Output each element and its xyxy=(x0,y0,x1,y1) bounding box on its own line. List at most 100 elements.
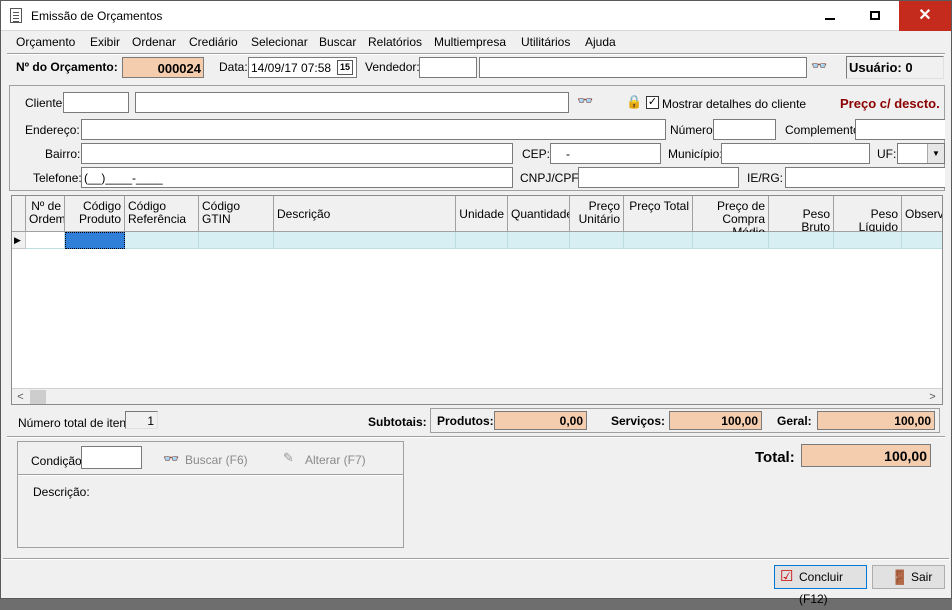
menu-selecionar[interactable]: Selecionar xyxy=(251,35,308,49)
usuario-box: Usuário: 0 xyxy=(846,56,944,79)
minimize-button[interactable] xyxy=(807,1,853,31)
cliente-code-field[interactable] xyxy=(63,92,129,113)
grid-horizontal-scrollbar[interactable]: < > xyxy=(12,388,942,404)
endereco-field[interactable] xyxy=(81,119,666,140)
col-header-descricao[interactable]: Descrição xyxy=(274,196,456,232)
bairro-field[interactable] xyxy=(81,143,513,164)
scroll-right-arrow-icon[interactable]: > xyxy=(924,389,941,404)
cell-descricao[interactable] xyxy=(274,232,456,249)
maximize-button[interactable] xyxy=(853,1,899,31)
lower-divider xyxy=(7,436,945,438)
vendedor-name-field[interactable] xyxy=(479,57,807,78)
scroll-left-arrow-icon[interactable]: < xyxy=(12,389,29,404)
maximize-icon xyxy=(870,11,880,20)
col-header-ordem[interactable]: Nº de Ordem xyxy=(26,196,65,232)
cliente-label: Cliente: xyxy=(25,96,66,110)
preco-descto-label: Preço c/ descto. xyxy=(840,96,940,111)
menu-crediario[interactable]: Crediário xyxy=(189,35,238,49)
minimize-icon xyxy=(825,18,835,20)
concluir-button[interactable]: ☑ Concluir (F12) xyxy=(774,565,867,606)
col-header-codigo-referencia[interactable]: Código Referência xyxy=(125,196,199,232)
menu-ajuda[interactable]: Ajuda xyxy=(585,35,616,49)
alterar-icon: ✎ xyxy=(283,450,294,465)
document-icon xyxy=(10,8,22,23)
menu-relatorios[interactable]: Relatórios xyxy=(368,35,422,49)
col-header-preco-total[interactable]: Preço Total xyxy=(624,196,693,232)
lock-icon: 🔒 xyxy=(626,94,643,109)
col-header-unidade[interactable]: Unidade xyxy=(456,196,508,232)
menu-utilitarios[interactable]: Utilitários xyxy=(521,35,570,49)
calendar-icon[interactable]: 15 xyxy=(337,60,353,75)
cell-preco-compra-medio[interactable] xyxy=(693,232,769,249)
cliente-name-field[interactable] xyxy=(135,92,569,113)
cell-codigo-produto[interactable] xyxy=(65,232,125,249)
col-header-quantidade[interactable]: Quantidade xyxy=(508,196,570,232)
menu-orcamento[interactable]: Orçamento xyxy=(16,35,75,49)
sair-label: Sair xyxy=(911,570,933,584)
cep-field[interactable]: - xyxy=(550,143,661,164)
sair-button[interactable]: 🚪 Sair xyxy=(872,565,945,589)
check-icon: ☑ xyxy=(780,568,794,585)
vendedor-code-field[interactable] xyxy=(419,57,477,78)
cell-unidade[interactable] xyxy=(456,232,508,249)
items-grid[interactable]: Nº de Ordem Código Produto Código Referê… xyxy=(11,195,943,405)
col-header-peso-liquido[interactable]: Peso Líquido xyxy=(834,196,902,232)
col-header-preco-unitario[interactable]: Preço Unitário xyxy=(570,196,624,232)
menu-multiempresa[interactable]: Multiempresa xyxy=(434,35,506,49)
cnpj-field[interactable] xyxy=(578,167,739,188)
uf-label: UF: xyxy=(877,147,897,161)
cell-preco-unitario[interactable] xyxy=(570,232,624,249)
col-header-preco-compra-medio[interactable]: Preço de Compra Médio xyxy=(693,196,769,232)
cell-observacao[interactable] xyxy=(902,232,942,249)
condicao-inner-divider xyxy=(18,474,403,476)
row-pointer-icon: ▶ xyxy=(12,232,26,249)
condicao-label: Condição: xyxy=(31,454,86,468)
data-label: Data: xyxy=(219,60,248,74)
cell-codigo-referencia[interactable] xyxy=(125,232,199,249)
col-header-codigo-produto[interactable]: Código Produto xyxy=(65,196,125,232)
uf-select[interactable]: ▼ xyxy=(897,143,945,164)
total-value: 100,00 xyxy=(801,444,931,467)
cell-peso-bruto[interactable] xyxy=(769,232,834,249)
cliente-search-binoculars-icon[interactable]: 👓 xyxy=(577,93,593,109)
municipio-field[interactable] xyxy=(721,143,870,164)
vendedor-search-binoculars-icon[interactable]: 👓 xyxy=(811,58,827,74)
num-itens-value: 1 xyxy=(125,411,158,429)
menu-buscar[interactable]: Buscar xyxy=(319,35,356,49)
orcamento-label: Nº do Orçamento: xyxy=(16,60,118,74)
cep-label: CEP: xyxy=(522,147,551,161)
cell-peso-liquido[interactable] xyxy=(834,232,902,249)
header-divider xyxy=(7,53,945,55)
col-header-peso-bruto[interactable]: Peso Bruto xyxy=(769,196,834,232)
close-button[interactable]: ✕ xyxy=(899,1,951,31)
uf-dropdown-arrow-icon[interactable]: ▼ xyxy=(927,144,944,163)
menu-ordenar[interactable]: Ordenar xyxy=(132,35,176,49)
cell-quantidade[interactable] xyxy=(508,232,570,249)
cell-ordem[interactable] xyxy=(26,232,65,249)
complemento-field[interactable] xyxy=(855,119,945,140)
ie-field[interactable] xyxy=(785,167,945,188)
buscar-button[interactable]: Buscar (F6) xyxy=(185,453,248,467)
telefone-label: Telefone: xyxy=(33,171,82,185)
menu-exibir[interactable]: Exibir xyxy=(90,35,120,49)
ie-label: IE/RG: xyxy=(747,171,784,185)
cell-preco-total[interactable] xyxy=(624,232,693,249)
col-header-observacao[interactable]: Observa xyxy=(902,196,942,232)
mostrar-detalhes-checkbox[interactable]: ✓ xyxy=(646,96,659,109)
grid-row-indicator-header xyxy=(12,196,26,232)
alterar-button[interactable]: Alterar (F7) xyxy=(305,453,366,467)
telefone-field[interactable]: (__)____-____ xyxy=(81,167,513,188)
numero-field[interactable] xyxy=(713,119,776,140)
servicos-value: 100,00 xyxy=(669,411,762,430)
col-header-codigo-gtin[interactable]: Código GTIN xyxy=(199,196,274,232)
cell-codigo-gtin[interactable] xyxy=(199,232,274,249)
municipio-label: Município: xyxy=(668,147,723,161)
grid-header: Nº de Ordem Código Produto Código Referê… xyxy=(12,196,942,232)
condicao-field[interactable] xyxy=(81,446,142,469)
table-row[interactable]: ▶ xyxy=(12,232,942,249)
mostrar-detalhes-label: Mostrar detalhes do cliente xyxy=(662,97,807,111)
scroll-thumb[interactable] xyxy=(30,390,46,404)
servicos-label: Serviços: xyxy=(611,414,666,428)
buscar-binoculars-icon: 👓 xyxy=(163,451,180,466)
geral-value: 100,00 xyxy=(817,411,935,430)
